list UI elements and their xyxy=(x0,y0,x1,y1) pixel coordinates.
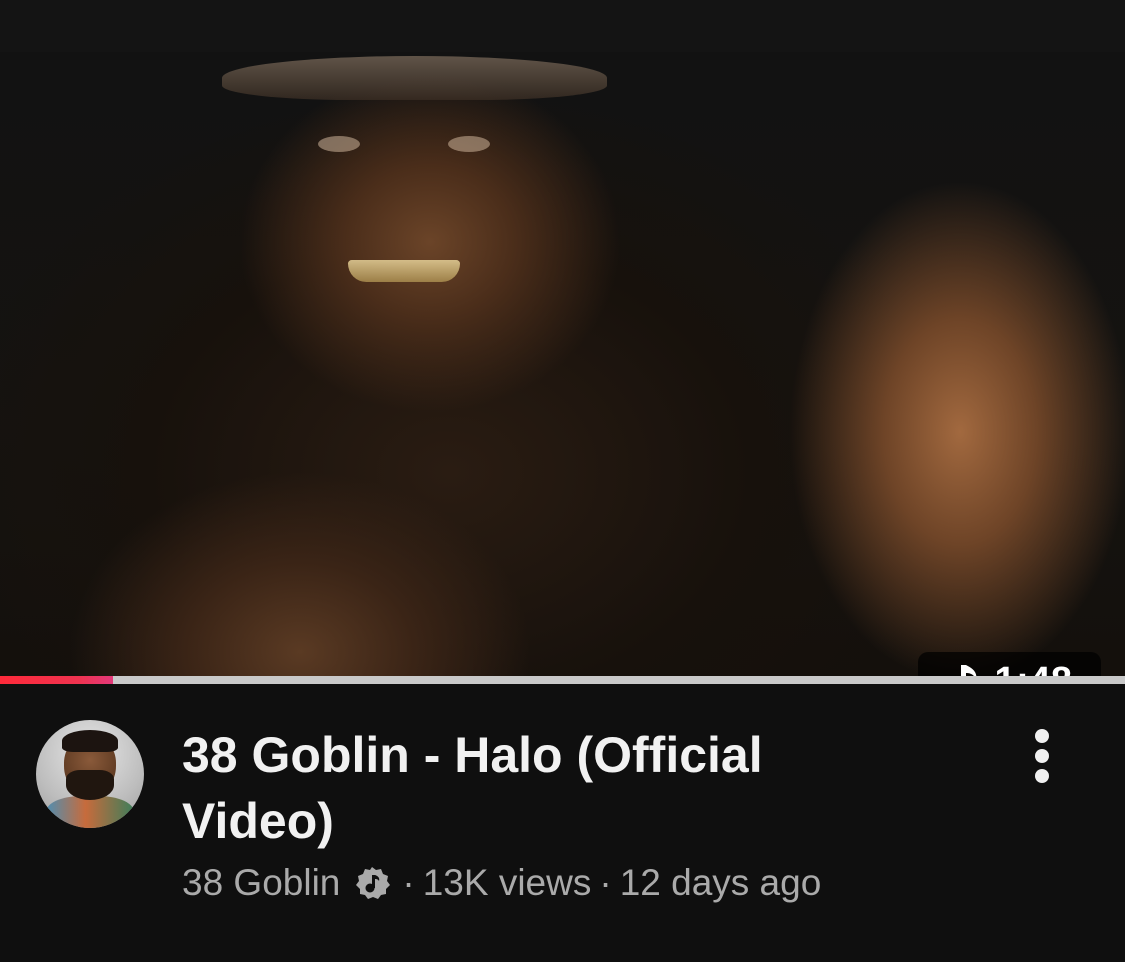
avatar-shirt xyxy=(46,796,134,828)
watch-progress-fill xyxy=(0,676,113,684)
channel-name[interactable]: 38 Goblin xyxy=(182,862,340,904)
verified-music-badge-icon xyxy=(354,865,391,901)
thumbnail-eye-right xyxy=(448,136,490,152)
more-vert-icon xyxy=(1032,728,1052,789)
music-note-icon xyxy=(946,662,980,676)
watch-progress-bar xyxy=(0,676,1125,684)
more-options-button[interactable] xyxy=(1022,728,1062,788)
thumbnail-grill xyxy=(348,260,460,282)
video-thumbnail[interactable]: 1:48 xyxy=(0,52,1125,676)
channel-avatar[interactable] xyxy=(36,720,144,828)
duration-badge: 1:48 xyxy=(918,652,1101,676)
view-count: 13K views xyxy=(422,862,592,903)
avatar-beard xyxy=(66,770,114,800)
avatar-hair xyxy=(62,730,118,752)
thumbnail-eye-left xyxy=(318,136,360,152)
duration-text: 1:48 xyxy=(994,660,1072,676)
video-metadata: 38 Goblin · 13K views · 12 days ago xyxy=(182,858,821,908)
video-title[interactable]: 38 Goblin - Halo (Official Video) xyxy=(182,722,902,854)
meta-separator: · xyxy=(599,862,612,903)
meta-separator: · xyxy=(402,862,415,903)
upload-age: 12 days ago xyxy=(619,862,822,903)
top-bar xyxy=(0,0,1125,52)
thumbnail-cap xyxy=(222,56,607,100)
